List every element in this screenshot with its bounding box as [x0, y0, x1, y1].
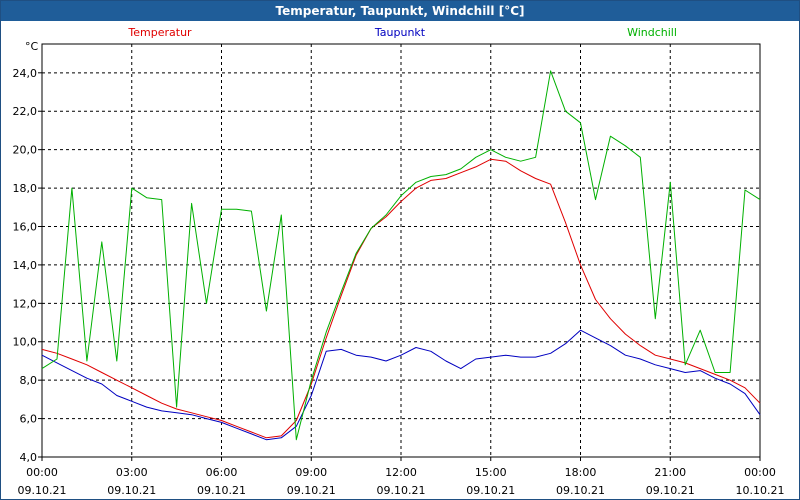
- x-axis: 00:00 09.10.21 03:00 09.10.21 06:00 09.10.21 0…: [18, 457, 785, 497]
- y-tick-label: 20,0: [13, 144, 38, 157]
- y-tick-label: 10,0: [13, 336, 38, 349]
- legend-entry-temperatur: Temperatur: [127, 26, 192, 39]
- legend-entry-windchill: Windchill: [627, 26, 677, 39]
- x-tick-time: 12:00: [385, 466, 417, 479]
- y-tick-label: 24,0: [13, 67, 38, 80]
- x-tick-date: 09.10.21: [646, 484, 695, 497]
- x-tick-time: 09:00: [295, 466, 327, 479]
- x-tick-date: 09.10.21: [287, 484, 336, 497]
- y-tick-label: 4,0: [20, 451, 38, 464]
- x-tick-time: 18:00: [565, 466, 597, 479]
- x-tick-time: 21:00: [654, 466, 686, 479]
- x-tick-time: 00:00: [744, 466, 776, 479]
- y-tick-label: 6,0: [20, 413, 38, 426]
- x-tick-date: 09.10.21: [107, 484, 156, 497]
- y-tick-label: 18,0: [13, 182, 38, 195]
- x-tick-date: 09.10.21: [18, 484, 67, 497]
- x-tick-time: 00:00: [26, 466, 58, 479]
- y-tick-label: 12,0: [13, 297, 38, 310]
- x-tick-time: 06:00: [206, 466, 238, 479]
- x-tick-date: 09.10.21: [197, 484, 246, 497]
- chart: 4,0 6,0 8,0 10,0 12,0 14,0 16,0 18,0 20,0 22,0 24,…: [13, 26, 785, 497]
- y-tick-label: 8,0: [20, 374, 38, 387]
- y-tick-label: 14,0: [13, 259, 38, 272]
- y-tick-label: 22,0: [13, 105, 38, 118]
- legend: Temperatur Taupunkt Windchill: [127, 26, 677, 39]
- x-tick-date: 09.10.21: [556, 484, 605, 497]
- x-tick-date: 09.10.21: [466, 484, 515, 497]
- x-tick-time: 03:00: [116, 466, 148, 479]
- y-axis: 4,0 6,0 8,0 10,0 12,0 14,0 16,0 18,0 20,0 22,0 24,…: [13, 40, 42, 464]
- y-tick-label: 16,0: [13, 220, 38, 233]
- y-axis-label: °C: [25, 40, 39, 53]
- x-tick-date: 10.10.21: [736, 484, 785, 497]
- x-tick-time: 15:00: [475, 466, 507, 479]
- grid: [42, 44, 760, 458]
- x-tick-date: 09.10.21: [377, 484, 426, 497]
- legend-entry-taupunkt: Taupunkt: [374, 26, 426, 39]
